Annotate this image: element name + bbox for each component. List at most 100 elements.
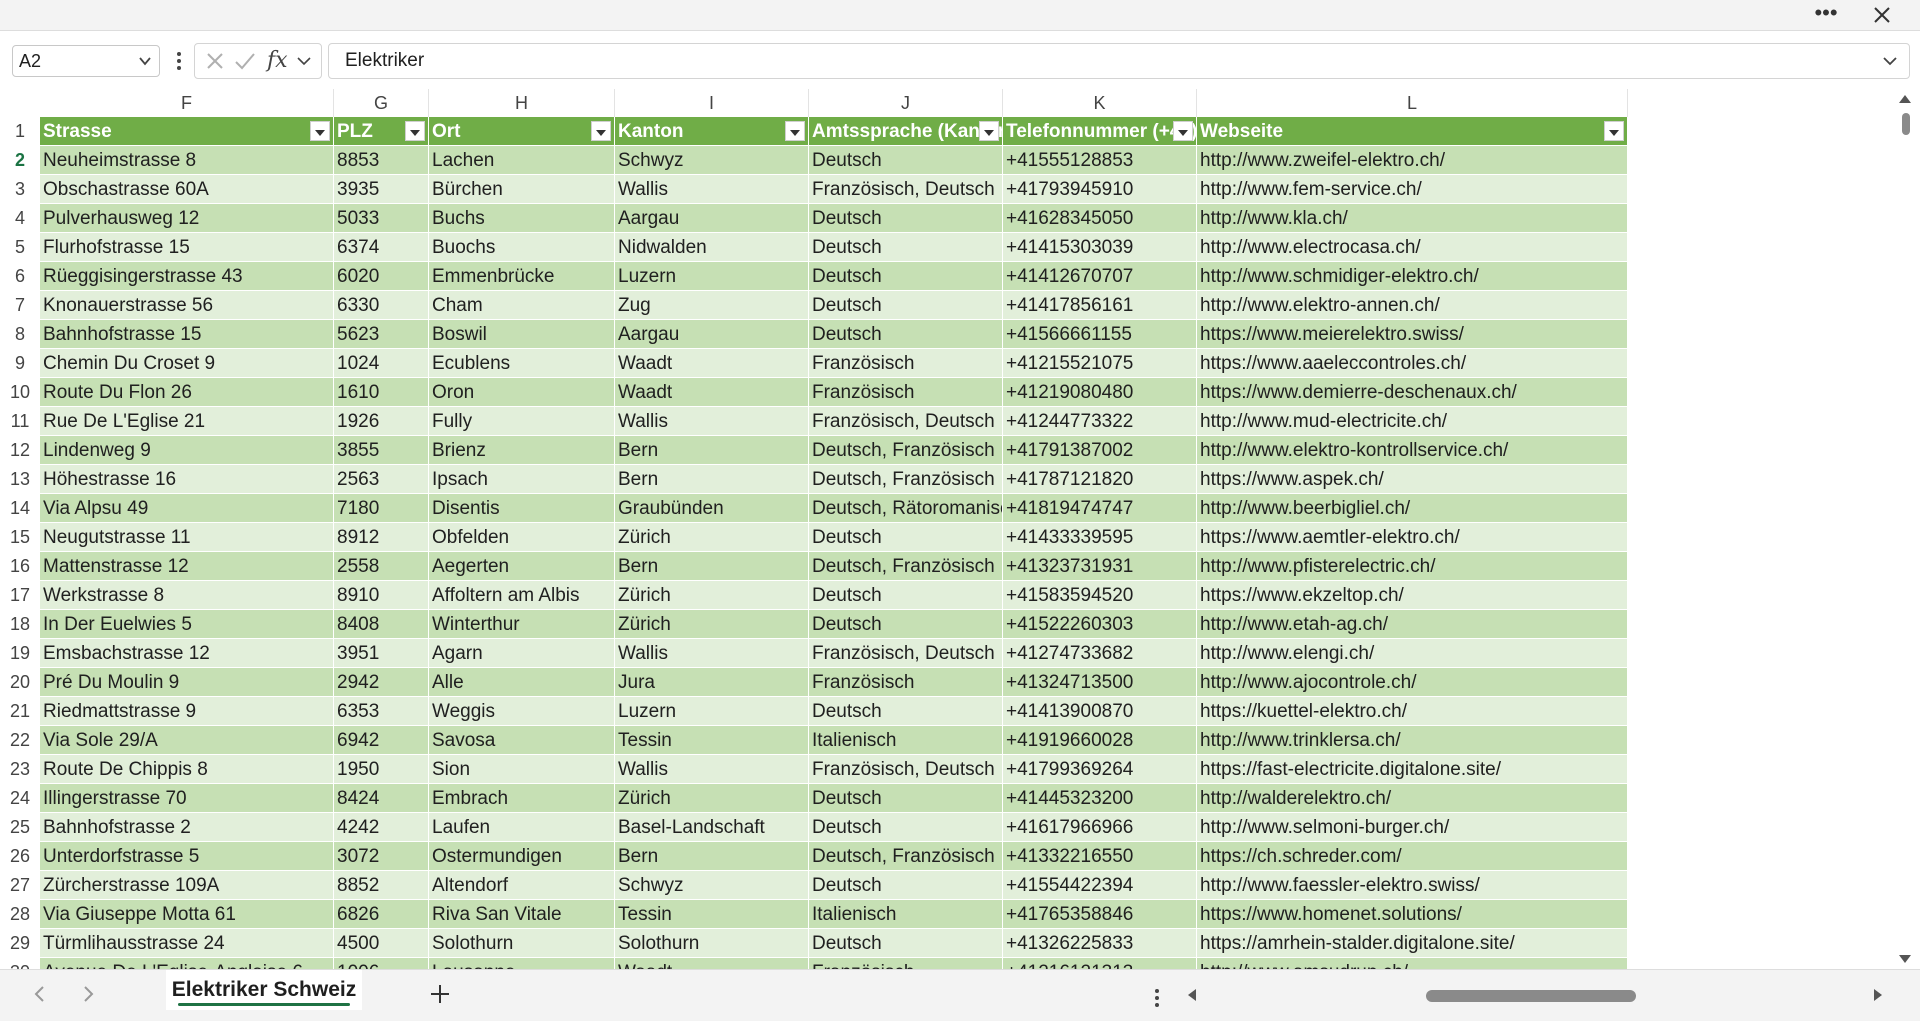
previous-sheet-icon[interactable] [30,984,50,1004]
row-header[interactable]: 3 [0,175,40,204]
scroll-right-icon[interactable] [1872,988,1884,1002]
table-cell[interactable]: Lachen [429,146,615,175]
table-cell[interactable]: Fully [429,407,615,436]
column-header-g[interactable]: G [334,89,429,117]
table-cell[interactable]: Zürcherstrasse 109A [40,871,334,900]
table-cell[interactable]: +41413900870 [1003,697,1197,726]
table-cell[interactable]: https://www.homenet.solutions/ [1197,900,1628,929]
table-cell[interactable]: 6020 [334,262,429,291]
table-cell[interactable]: Nidwalden [615,233,809,262]
table-cell[interactable]: Deutsch [809,262,1003,291]
table-cell[interactable]: Solothurn [429,929,615,958]
table-cell[interactable]: +41215521075 [1003,349,1197,378]
table-cell[interactable]: Deutsch [809,146,1003,175]
row-header[interactable]: 14 [0,494,40,523]
filter-dropdown-icon[interactable] [1173,121,1193,141]
table-cell[interactable]: +41554422394 [1003,871,1197,900]
row-header[interactable]: 13 [0,465,40,494]
table-cell[interactable]: https://ch.schreder.com/ [1197,842,1628,871]
table-cell[interactable]: Waadt [615,349,809,378]
table-cell[interactable]: http://www.electrocasa.ch/ [1197,233,1628,262]
table-cell[interactable]: 5033 [334,204,429,233]
table-cell[interactable]: +41566661155 [1003,320,1197,349]
table-cell[interactable]: Französisch [809,349,1003,378]
table-cell[interactable]: http://www.schmidiger-elektro.ch/ [1197,262,1628,291]
table-cell[interactable]: Bürchen [429,175,615,204]
chevron-down-icon[interactable] [139,55,151,67]
table-cell[interactable]: Emmenbrücke [429,262,615,291]
table-cell[interactable]: 1006 [334,958,429,969]
table-cell[interactable]: +41433339595 [1003,523,1197,552]
table-cell[interactable]: 8912 [334,523,429,552]
table-cell[interactable]: Sion [429,755,615,784]
table-cell[interactable]: https://kuettel-elektro.ch/ [1197,697,1628,726]
table-cell[interactable]: http://www.elengi.ch/ [1197,639,1628,668]
table-cell[interactable]: http://www.kla.ch/ [1197,204,1628,233]
table-cell[interactable]: 4242 [334,813,429,842]
table-cell[interactable]: Mattenstrasse 12 [40,552,334,581]
table-cell[interactable]: Neugutstrasse 11 [40,523,334,552]
row-header[interactable]: 18 [0,610,40,639]
table-cell[interactable]: Obschastrasse 60A [40,175,334,204]
table-cell[interactable]: Jura [615,668,809,697]
table-cell[interactable]: Französisch [809,668,1003,697]
table-cell[interactable]: https://www.demierre-deschenaux.ch/ [1197,378,1628,407]
table-cell[interactable]: http://www.etah-ag.ch/ [1197,610,1628,639]
table-cell[interactable]: Lindenweg 9 [40,436,334,465]
table-cell[interactable]: 1950 [334,755,429,784]
table-cell[interactable]: 7180 [334,494,429,523]
table-cell[interactable]: 2942 [334,668,429,697]
table-cell[interactable]: Cham [429,291,615,320]
table-cell[interactable]: Disentis [429,494,615,523]
table-cell[interactable]: http://walderelektro.ch/ [1197,784,1628,813]
column-header-j[interactable]: J [809,89,1003,117]
table-cell[interactable]: Französisch [809,958,1003,969]
scroll-left-icon[interactable] [1186,988,1198,1002]
table-cell[interactable]: 8424 [334,784,429,813]
table-cell[interactable]: Waadt [615,958,809,969]
table-cell[interactable]: Deutsch [809,929,1003,958]
table-cell[interactable]: Tessin [615,726,809,755]
table-cell[interactable]: https://www.ekzeltop.ch/ [1197,581,1628,610]
more-options-icon[interactable]: ••• [1808,0,1844,30]
table-cell[interactable]: 3855 [334,436,429,465]
table-cell[interactable]: http://www.elektro-kontrollservice.ch/ [1197,436,1628,465]
table-cell[interactable]: +41555128853 [1003,146,1197,175]
table-cell[interactable]: 4500 [334,929,429,958]
table-cell[interactable]: http://www.amsudrup.ch/ [1197,958,1628,969]
row-header[interactable]: 20 [0,668,40,697]
table-cell[interactable]: Ostermundigen [429,842,615,871]
table-cell[interactable]: Tessin [615,900,809,929]
table-cell[interactable]: 6330 [334,291,429,320]
table-cell[interactable]: http://www.mud-electricite.ch/ [1197,407,1628,436]
row-header[interactable]: 19 [0,639,40,668]
table-cell[interactable]: 2563 [334,465,429,494]
table-cell[interactable]: Wallis [615,755,809,784]
table-cell[interactable]: Solothurn [615,929,809,958]
table-cell[interactable]: Bahnhofstrasse 2 [40,813,334,842]
table-cell[interactable]: Französisch, Deutsch [809,407,1003,436]
table-cell[interactable]: Flurhofstrasse 15 [40,233,334,262]
column-header-f[interactable]: F [40,89,334,117]
table-cell[interactable]: +41787121820 [1003,465,1197,494]
row-header[interactable]: 5 [0,233,40,262]
table-cell[interactable]: 6826 [334,900,429,929]
table-cell[interactable]: http://www.beerbigliel.ch/ [1197,494,1628,523]
table-cell[interactable]: Deutsch [809,320,1003,349]
table-cell[interactable]: 1610 [334,378,429,407]
table-cell[interactable]: Deutsch [809,784,1003,813]
table-cell[interactable]: https://www.aspek.ch/ [1197,465,1628,494]
row-header[interactable]: 24 [0,784,40,813]
table-cell[interactable]: Deutsch, Französisch [809,465,1003,494]
sheet-options-icon[interactable] [1152,986,1162,1010]
table-cell[interactable]: Buchs [429,204,615,233]
sheet-tab-elektriker-schweiz[interactable]: Elektriker Schweiz [166,970,362,1010]
table-cell[interactable]: In Der Euelwies 5 [40,610,334,639]
table-cell[interactable]: +41412670707 [1003,262,1197,291]
table-cell[interactable]: http://www.fem-service.ch/ [1197,175,1628,204]
formula-input[interactable]: Elektriker [328,43,1910,79]
check-icon[interactable] [233,50,257,72]
table-cell[interactable]: +41326225833 [1003,929,1197,958]
plus-icon[interactable] [426,980,454,1008]
table-cell[interactable]: Rue De L'Eglise 21 [40,407,334,436]
